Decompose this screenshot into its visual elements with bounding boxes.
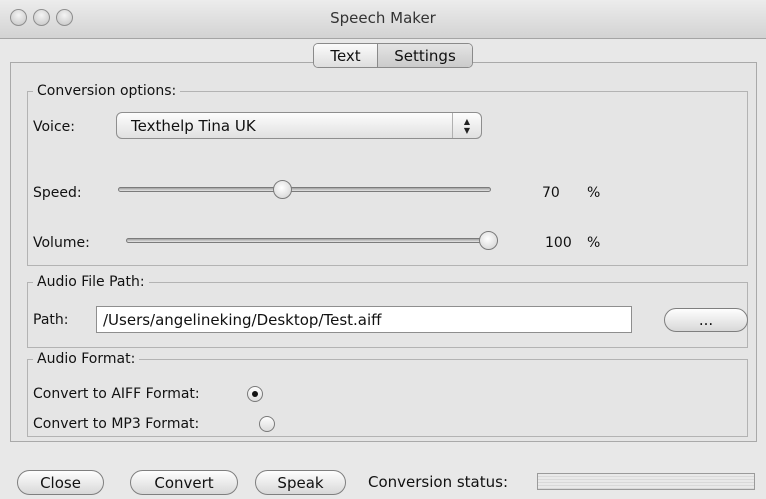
- title-bar: Speech Maker: [0, 0, 766, 39]
- audio-format-label: Audio Format:: [33, 350, 140, 368]
- volume-value: 100: [545, 235, 572, 251]
- audio-file-path-label: Audio File Path:: [33, 273, 149, 291]
- path-input[interactable]: [96, 306, 632, 333]
- mp3-format-radio[interactable]: [259, 416, 275, 432]
- speak-button[interactable]: Speak: [255, 470, 346, 495]
- conversion-status-bar: [537, 473, 755, 490]
- conversion-status-label: Conversion status:: [368, 473, 509, 491]
- speech-maker-window: Speech Maker Text Settings Conversion op…: [0, 0, 766, 499]
- close-button[interactable]: Close: [17, 470, 104, 495]
- tab-text[interactable]: Text: [314, 44, 378, 67]
- convert-button[interactable]: Convert: [130, 470, 238, 495]
- tab-bar: Text Settings: [313, 43, 473, 68]
- browse-button[interactable]: ...: [664, 308, 748, 332]
- speed-value: 70: [542, 185, 560, 201]
- voice-label: Voice:: [33, 119, 75, 135]
- window-title: Speech Maker: [330, 9, 436, 27]
- speed-label: Speed:: [33, 185, 82, 201]
- volume-label: Volume:: [33, 235, 90, 251]
- path-label: Path:: [33, 312, 69, 328]
- volume-unit: %: [587, 235, 601, 251]
- mp3-format-label: Convert to MP3 Format:: [33, 416, 200, 432]
- volume-slider[interactable]: [126, 238, 498, 243]
- aiff-format-radio[interactable]: [247, 386, 263, 402]
- speed-slider-knob[interactable]: [272, 180, 292, 199]
- voice-select-value: Texthelp Tina UK: [131, 117, 256, 135]
- radio-selected-dot-icon: [252, 391, 258, 397]
- conversion-options-label: Conversion options:: [33, 82, 181, 100]
- tab-settings[interactable]: Settings: [378, 44, 472, 67]
- speed-unit: %: [587, 185, 601, 201]
- aiff-format-label: Convert to AIFF Format:: [33, 386, 200, 402]
- voice-select[interactable]: Texthelp Tina UK ▲ ▼: [116, 112, 482, 139]
- volume-slider-knob[interactable]: [479, 231, 498, 250]
- speed-slider[interactable]: [118, 187, 491, 192]
- updown-arrows-icon: ▲ ▼: [452, 113, 481, 138]
